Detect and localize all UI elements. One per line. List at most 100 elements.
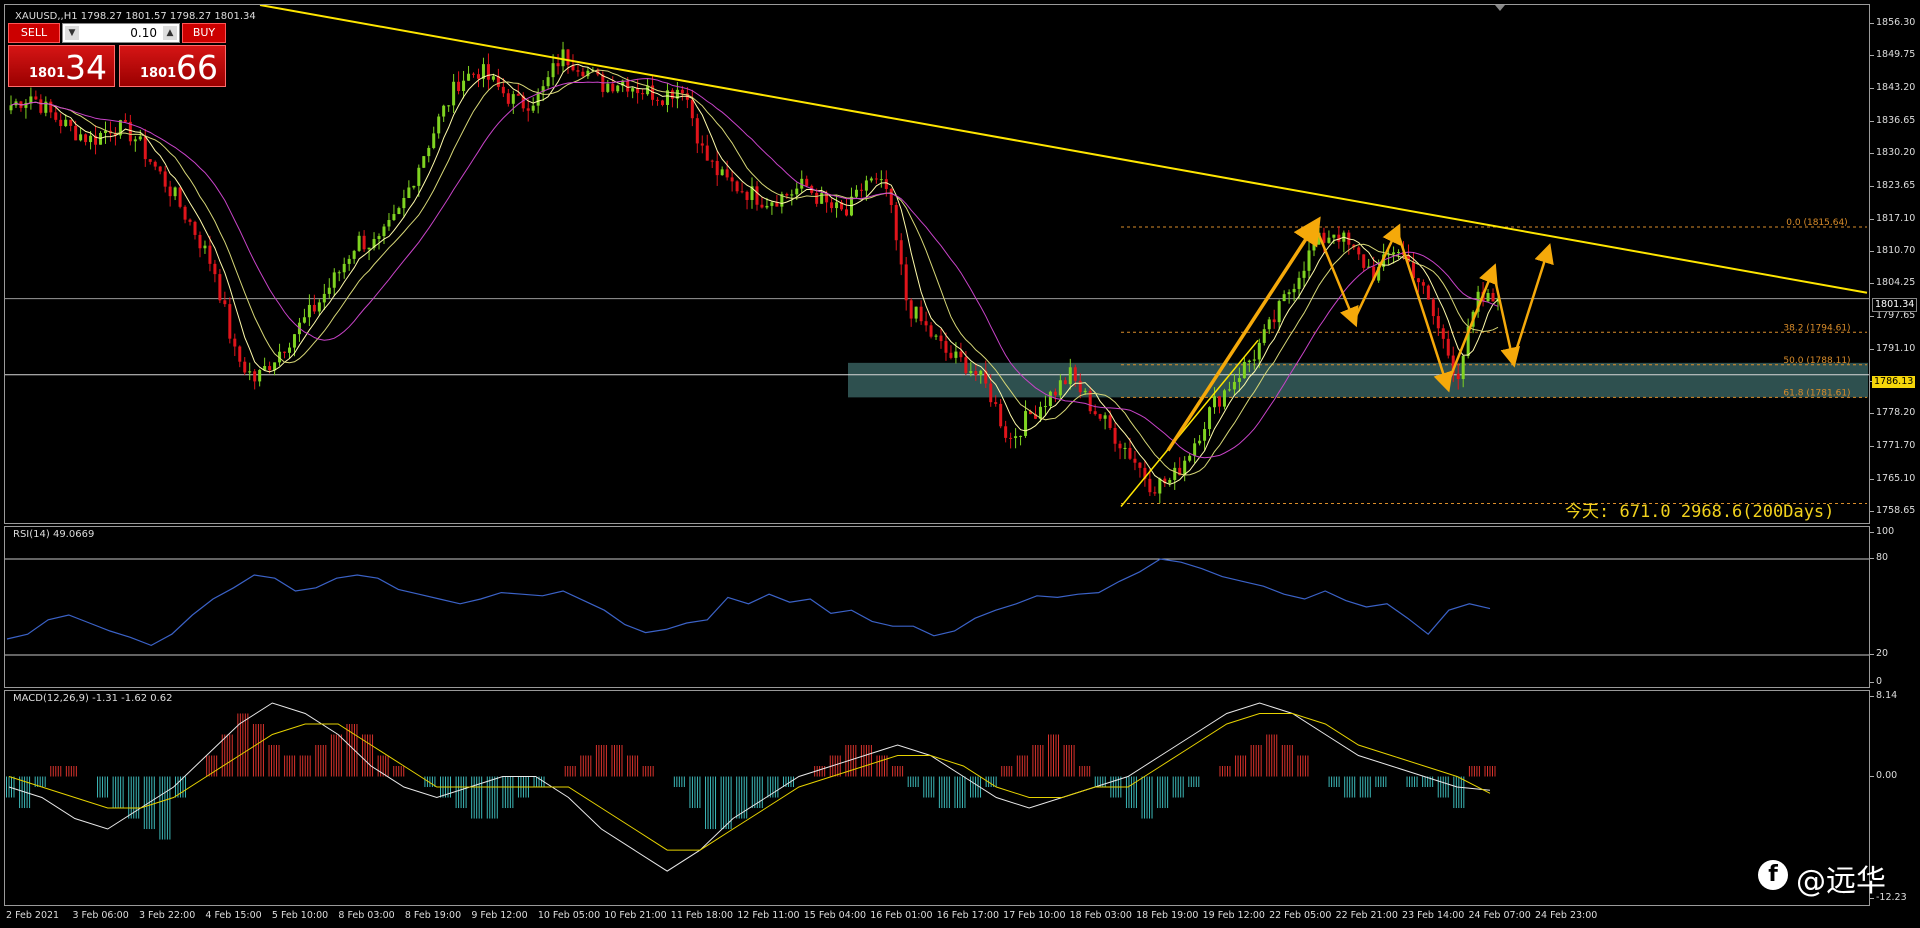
macd-tick-label: 0.00 — [1869, 769, 1898, 781]
candle-body — [1058, 380, 1062, 396]
candle-body — [859, 189, 863, 191]
time-tick-label: 3 Feb 06:00 — [72, 910, 129, 921]
watermark-text: @远华 — [1796, 864, 1886, 899]
candle-body — [576, 70, 580, 72]
time-tick-label: 12 Feb 11:00 — [737, 910, 800, 921]
lot-decrease-icon[interactable]: ▼ — [65, 26, 79, 40]
candle-body — [402, 197, 406, 209]
candle-body — [138, 136, 142, 140]
bid-small: 1801 — [29, 66, 66, 81]
sell-button[interactable]: SELL — [8, 23, 60, 43]
candle-body — [815, 192, 819, 204]
price-tick-label: 1810.70 — [1869, 244, 1916, 256]
candle-body — [163, 171, 167, 187]
candle-body — [765, 205, 769, 208]
candle-body — [670, 90, 674, 99]
candle-body — [312, 304, 316, 312]
candle-body — [939, 335, 943, 342]
price-chart-pane[interactable]: 0.0 (1815.64) 38.2 (1794.61) 50.0 (1788.11… — [4, 4, 1870, 524]
watermark-logo-icon: f — [1758, 860, 1788, 890]
time-tick-label: 16 Feb 17:00 — [936, 910, 1000, 921]
macd-line — [8, 702, 1491, 872]
one-click-trade-panel: SELL ▼ 0.10 ▲ BUY 1801 34 1801 66 — [8, 23, 226, 89]
candle-body — [332, 272, 336, 288]
candle-body — [188, 219, 192, 222]
candle-body — [1208, 407, 1212, 430]
price-tick-label: 1791.10 — [1869, 342, 1916, 354]
candle-body — [1213, 396, 1217, 408]
ask-quote-button[interactable]: 1801 66 — [119, 45, 226, 87]
candle-body — [1421, 282, 1425, 286]
candle-body — [322, 293, 326, 303]
candle-body — [1357, 247, 1361, 255]
buy-button[interactable]: BUY — [182, 23, 226, 43]
candle-body — [1237, 378, 1241, 382]
candle-body — [1203, 429, 1207, 441]
candle-body — [253, 371, 257, 382]
projection-arrow — [1352, 223, 1401, 321]
macd-pane[interactable]: MACD(12,26,9) -1.31 -1.62 0.62 — [4, 690, 1870, 906]
ma-mid-line — [10, 69, 1499, 476]
candle-body — [1312, 244, 1316, 251]
lot-size-input[interactable]: ▼ 0.10 ▲ — [62, 23, 180, 43]
projection-arrow — [1491, 269, 1521, 368]
candle-body — [203, 245, 207, 249]
fib-level-label: 0.0 (1815.64) — [1786, 218, 1847, 228]
time-tick-label: 9 Feb 12:00 — [471, 910, 528, 921]
candle-body — [705, 145, 709, 161]
candle-body — [924, 321, 928, 326]
lot-increase-icon[interactable]: ▲ — [163, 26, 177, 40]
candle-body — [1446, 338, 1450, 356]
candle-body — [143, 136, 147, 160]
candle-body — [243, 361, 247, 373]
candle-body — [715, 160, 719, 176]
candle-body — [889, 188, 893, 206]
candle-body — [74, 125, 78, 141]
candle-body — [944, 341, 948, 353]
candle-body — [183, 206, 187, 220]
candle-body — [1362, 254, 1366, 268]
candle-body — [462, 80, 466, 92]
candle-body — [248, 371, 252, 373]
candle-body — [337, 272, 341, 274]
time-tick-label: 17 Feb 10:00 — [1003, 910, 1066, 921]
candle-body — [1053, 391, 1057, 396]
candle-body — [1123, 447, 1127, 449]
candle-body — [422, 156, 426, 168]
candle-body — [989, 383, 993, 403]
candle-body — [1004, 426, 1008, 438]
candle-body — [472, 73, 476, 75]
candle-body — [1217, 396, 1221, 407]
candle-body — [1153, 492, 1157, 494]
candle-body — [561, 49, 565, 67]
candle-body — [616, 85, 620, 92]
candle-body — [1098, 414, 1102, 419]
candle-body — [879, 179, 883, 181]
candle-body — [884, 179, 888, 189]
time-tick-label: 23 Feb 14:00 — [1402, 910, 1465, 921]
candle-body — [1118, 443, 1122, 449]
candle-body — [790, 194, 794, 196]
rsi-pane[interactable]: RSI(14) 49.0669 — [4, 526, 1870, 688]
candle-body — [999, 403, 1003, 427]
candle-body — [1287, 292, 1291, 295]
candle-body — [656, 99, 660, 101]
time-tick-label: 3 Feb 22:00 — [138, 910, 196, 921]
candle-body — [631, 88, 635, 92]
candle-body — [740, 191, 744, 193]
descending-trendline — [259, 5, 1868, 294]
candle-body — [198, 234, 202, 249]
candle-body — [29, 96, 33, 103]
price-axis: 1856.30 1849.75 1843.20 1836.65 1830.20 1823.… — [1869, 4, 1920, 524]
candle-body — [1332, 234, 1336, 238]
candle-body — [1461, 355, 1465, 380]
candle-body — [1292, 288, 1296, 293]
candle-body — [59, 119, 63, 127]
bid-quote-button[interactable]: 1801 34 — [8, 45, 115, 87]
candle-body — [1108, 415, 1112, 428]
candle-body — [1193, 443, 1197, 456]
candle-body — [994, 402, 998, 404]
candle-body — [442, 105, 446, 117]
candle-body — [531, 105, 535, 111]
candle-body — [556, 63, 560, 67]
